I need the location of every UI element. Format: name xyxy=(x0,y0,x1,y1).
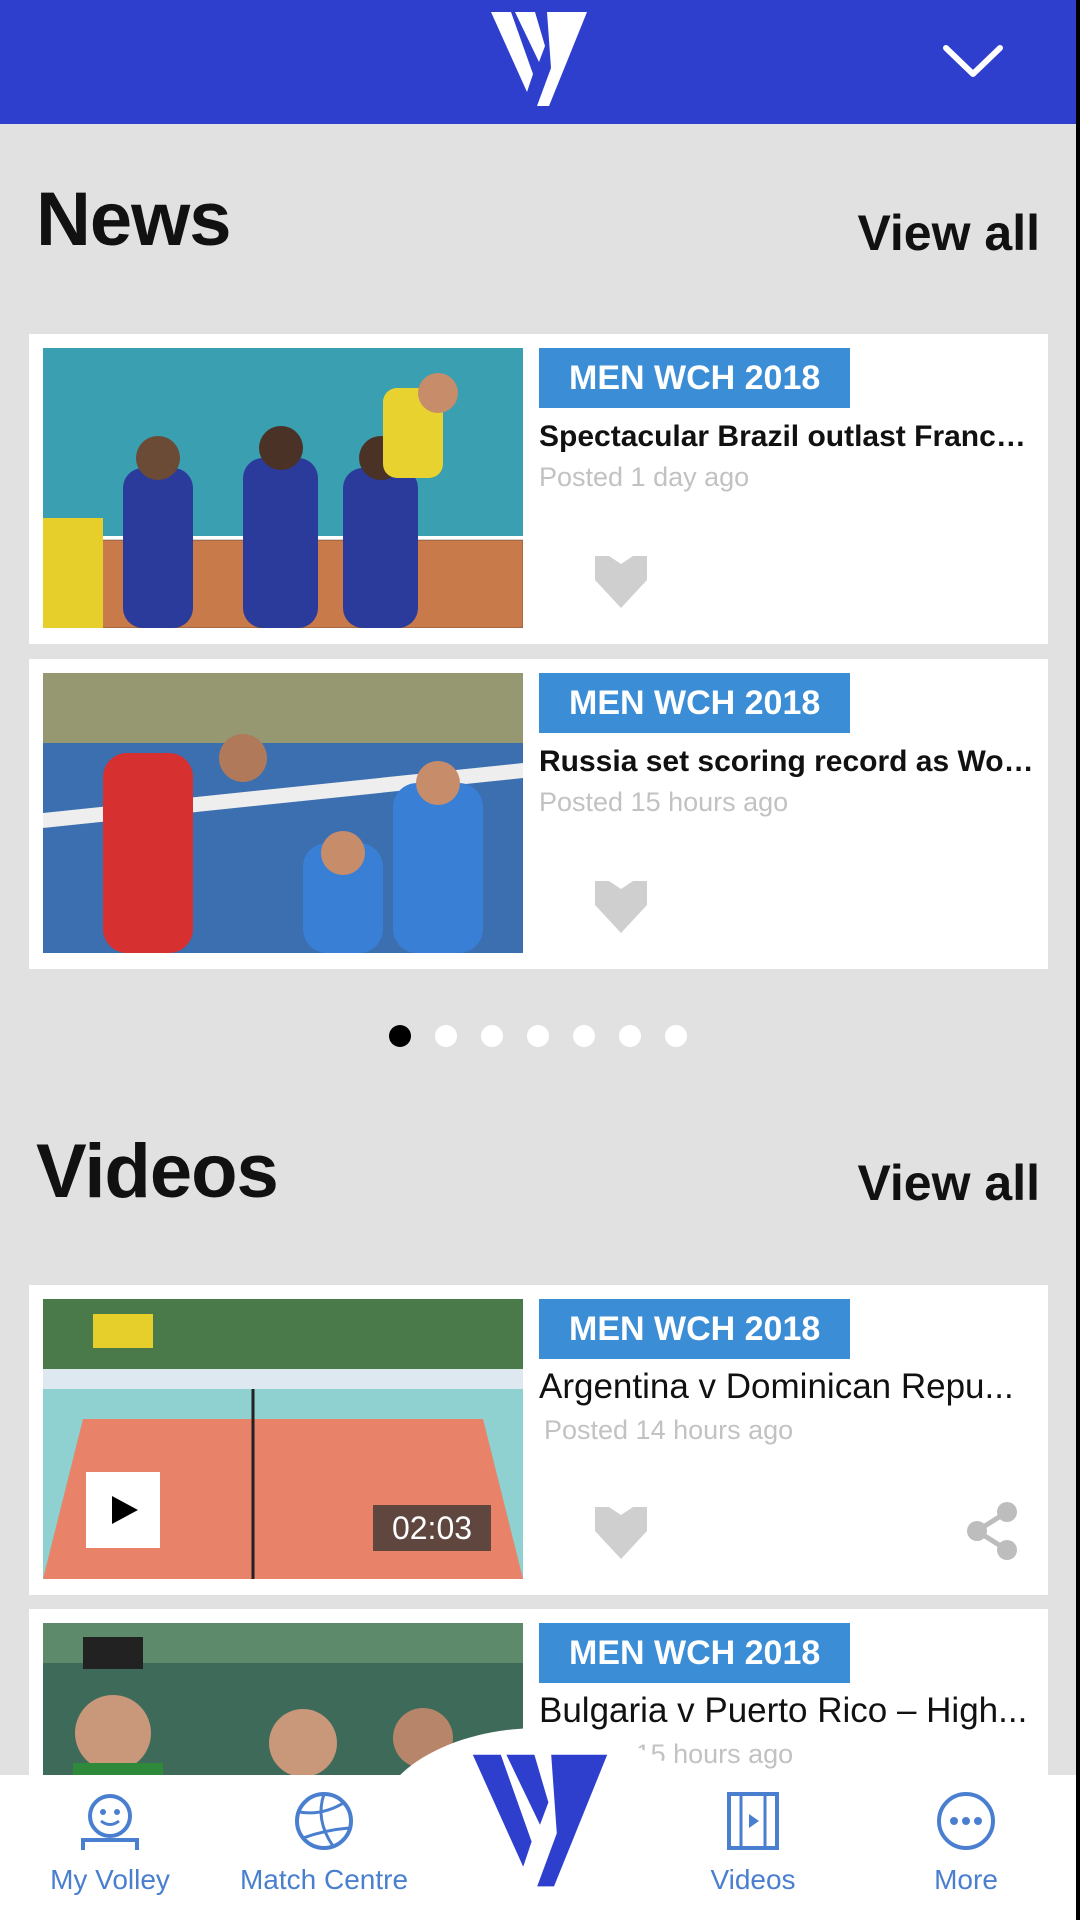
pager-dot[interactable] xyxy=(665,1025,687,1047)
news-posted-time: Posted 1 day ago xyxy=(539,462,750,492)
volleyball-icon xyxy=(295,1792,353,1850)
video-tag: MEN WCH 2018 xyxy=(539,1623,851,1683)
videos-view-all-link[interactable]: View all xyxy=(857,1154,1040,1212)
news-view-all-link[interactable]: View all xyxy=(857,204,1040,262)
play-button[interactable] xyxy=(86,1472,160,1548)
video-tag: MEN WCH 2018 xyxy=(539,1299,851,1359)
video-card[interactable]: MEN WCH 2018 Argentina v Dominican Repu.… xyxy=(29,1285,1048,1595)
news-thumbnail-image xyxy=(43,673,523,953)
heart-icon[interactable] xyxy=(591,552,651,610)
nav-more[interactable]: More xyxy=(866,1790,1066,1920)
heart-icon[interactable] xyxy=(591,877,651,935)
news-posted-time: Posted 15 hours ago xyxy=(539,787,789,817)
pager-dot[interactable] xyxy=(435,1025,457,1047)
pager-dot[interactable] xyxy=(481,1025,503,1047)
news-tag: MEN WCH 2018 xyxy=(539,348,851,408)
screen-edge xyxy=(1076,0,1080,1920)
nav-label: More xyxy=(934,1864,998,1895)
nav-my-volley[interactable]: My Volley xyxy=(10,1790,210,1920)
video-headline[interactable]: Argentina v Dominican Repu... xyxy=(539,1367,1039,1407)
volleyball-v-logo-icon[interactable] xyxy=(470,1752,610,1892)
volleyball-v-logo-icon[interactable] xyxy=(489,10,589,110)
news-thumbnail-image xyxy=(43,348,523,628)
videos-section-title: Videos xyxy=(36,1129,279,1214)
news-card[interactable]: MEN WCH 2018 Spectacular Brazil outlast … xyxy=(29,334,1048,644)
video-duration-badge: 02:03 xyxy=(373,1505,491,1551)
app-header xyxy=(0,0,1080,124)
video-play-icon xyxy=(727,1792,779,1850)
nav-match-centre[interactable]: Match Centre xyxy=(224,1790,424,1920)
video-posted-time: Posted 14 hours ago xyxy=(544,1415,794,1445)
chevron-down-icon[interactable] xyxy=(940,38,1006,82)
nav-label: Match Centre xyxy=(239,1864,409,1895)
news-section-title: News xyxy=(36,177,232,262)
video-headline[interactable]: Bulgaria v Puerto Rico – High... xyxy=(539,1691,1039,1731)
nav-videos[interactable]: Videos xyxy=(653,1790,853,1920)
pager-dot[interactable] xyxy=(527,1025,549,1047)
pager-dot[interactable] xyxy=(619,1025,641,1047)
news-pager-dots[interactable] xyxy=(0,1025,1080,1049)
nav-label: Videos xyxy=(710,1864,796,1895)
person-face-icon xyxy=(81,1794,139,1850)
heart-icon[interactable] xyxy=(591,1503,651,1561)
more-dots-icon xyxy=(937,1792,995,1850)
pager-dot[interactable] xyxy=(389,1025,411,1047)
nav-label: My Volley xyxy=(50,1864,170,1895)
news-headline[interactable]: Russia set scoring record as Worl... xyxy=(539,745,1039,779)
news-headline[interactable]: Spectacular Brazil outlast France,... xyxy=(539,420,1039,454)
share-icon[interactable] xyxy=(963,1500,1021,1562)
news-card[interactable]: MEN WCH 2018 Russia set scoring record a… xyxy=(29,659,1048,969)
play-icon xyxy=(112,1496,138,1524)
pager-dot[interactable] xyxy=(573,1025,595,1047)
news-tag: MEN WCH 2018 xyxy=(539,673,851,733)
